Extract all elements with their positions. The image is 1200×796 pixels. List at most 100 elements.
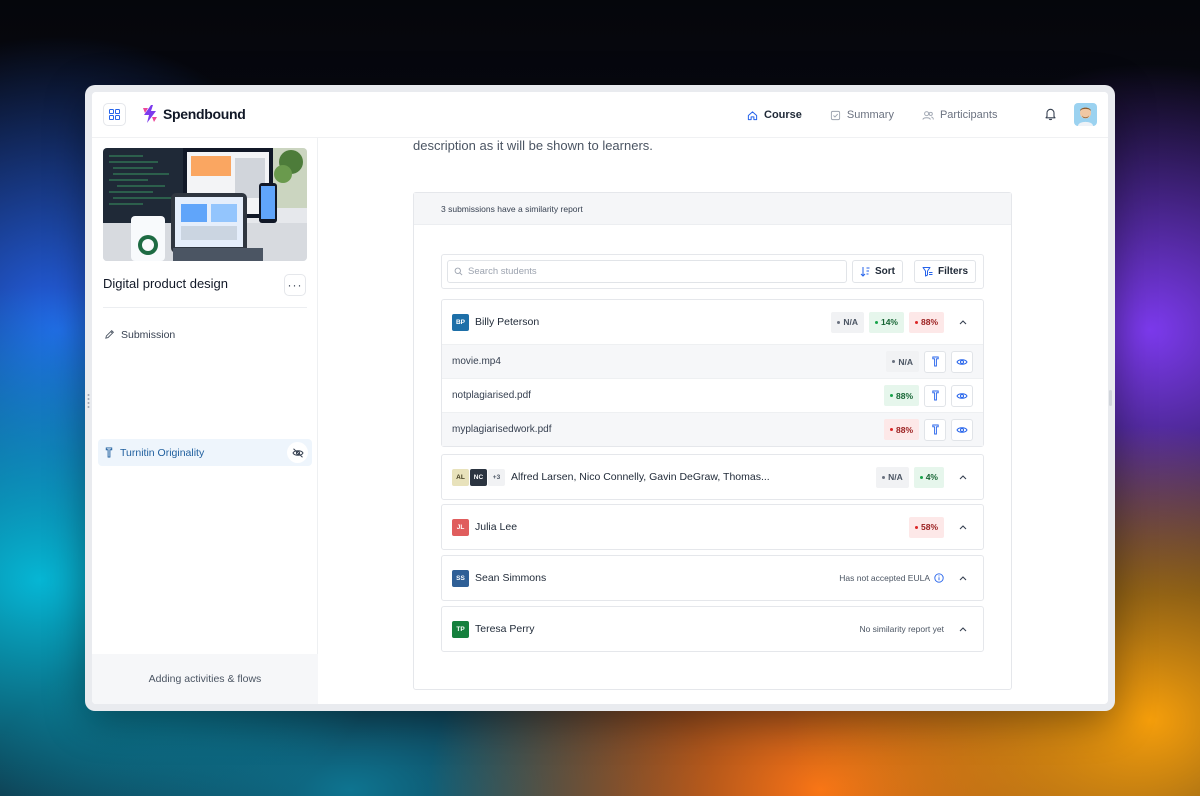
sidebar-item-submission[interactable]: Submission bbox=[98, 321, 312, 348]
activity-description: description as it will be shown to learn… bbox=[413, 138, 653, 153]
student-name: Alfred Larsen, Nico Connelly, Gavin DeGr… bbox=[511, 471, 770, 483]
nav-summary[interactable]: Summary bbox=[830, 109, 894, 121]
nav-course[interactable]: Course bbox=[747, 109, 802, 121]
info-icon[interactable] bbox=[934, 573, 944, 583]
file-row: myplagiarisedwork.pdf 88% bbox=[442, 412, 983, 446]
collapse-button[interactable] bbox=[953, 312, 973, 332]
file-actions: 88% bbox=[883, 379, 973, 412]
file-name: movie.mp4 bbox=[452, 356, 501, 367]
student-row[interactable]: SS Sean Simmons Has not accepted EULA bbox=[442, 556, 983, 600]
right-resize-handle[interactable] bbox=[1109, 390, 1112, 406]
more-dots-icon: ··· bbox=[287, 278, 303, 292]
file-actions: 88% bbox=[883, 413, 973, 446]
turnitin-icon bbox=[931, 356, 939, 367]
view-file-button[interactable] bbox=[951, 384, 973, 407]
extra-count-badge: +3 bbox=[488, 468, 505, 486]
collapse-button[interactable] bbox=[953, 619, 973, 639]
collapse-button[interactable] bbox=[953, 568, 973, 588]
student-card-sean-simmons: SS Sean Simmons Has not accepted EULA bbox=[441, 555, 984, 601]
student-badges: N/A 14% 88% bbox=[831, 300, 973, 344]
file-name: myplagiarisedwork.pdf bbox=[452, 424, 552, 435]
panel-header-text: 3 submissions have a similarity report bbox=[441, 203, 583, 214]
student-status: Has not accepted EULA bbox=[839, 556, 973, 600]
avatar-image-icon bbox=[1074, 103, 1097, 126]
chevron-up-icon bbox=[959, 319, 967, 324]
course-more-button[interactable]: ··· bbox=[284, 274, 306, 296]
main-nav: Course Summary Participants bbox=[747, 92, 1025, 138]
app-switcher-button[interactable] bbox=[103, 103, 126, 126]
chevron-up-icon bbox=[959, 626, 967, 631]
turnitin-icon bbox=[105, 447, 113, 458]
user-avatar[interactable] bbox=[1074, 103, 1097, 126]
brand-logo[interactable]: Spendbound bbox=[142, 105, 246, 123]
sidebar-divider bbox=[103, 307, 307, 308]
student-name: Billy Peterson bbox=[475, 316, 540, 328]
file-row: movie.mp4 N/A bbox=[442, 344, 983, 378]
file-name: notplagiarised.pdf bbox=[452, 390, 531, 401]
collapse-button[interactable] bbox=[953, 467, 973, 487]
search-students-input[interactable]: Search students bbox=[447, 260, 847, 283]
student-card-group: AL NC +3 Alfred Larsen, Nico Connelly, G… bbox=[441, 454, 984, 500]
sort-button[interactable]: Sort bbox=[852, 260, 903, 283]
visibility-toggle-button[interactable] bbox=[287, 442, 308, 463]
turnitin-icon bbox=[931, 390, 939, 401]
student-row[interactable]: AL NC +3 Alfred Larsen, Nico Connelly, G… bbox=[442, 455, 983, 499]
turnitin-icon bbox=[931, 424, 939, 435]
open-report-button[interactable] bbox=[924, 384, 946, 407]
notifications-button[interactable] bbox=[1044, 107, 1057, 126]
student-initials-avatar: JL bbox=[452, 518, 469, 536]
sidebar-footer[interactable]: Adding activities & flows bbox=[92, 654, 318, 704]
report-status: No similarity report yet bbox=[859, 624, 944, 634]
student-initials-avatar: AL bbox=[452, 468, 469, 486]
similarity-badge: N/A bbox=[886, 351, 919, 372]
sort-label: Sort bbox=[875, 266, 895, 277]
course-title: Digital product design bbox=[103, 276, 229, 291]
similarity-badge: 88% bbox=[883, 385, 919, 406]
nav-participants[interactable]: Participants bbox=[922, 109, 997, 121]
student-row[interactable]: BP Billy Peterson N/A 14% 88% bbox=[442, 300, 983, 344]
course-thumbnail bbox=[103, 148, 307, 261]
left-resize-handle[interactable] bbox=[87, 393, 90, 409]
filters-button[interactable]: Filters bbox=[914, 260, 977, 283]
sidebar-footer-label: Adding activities & flows bbox=[148, 673, 262, 685]
open-report-button[interactable] bbox=[924, 418, 946, 441]
sidebar-item-label: Turnitin Originality bbox=[120, 446, 205, 459]
badge-text: 88% bbox=[895, 424, 913, 435]
student-initials-avatar: TP bbox=[452, 620, 469, 638]
student-card-julia-lee: JL Julia Lee 58% bbox=[441, 504, 984, 550]
open-report-button[interactable] bbox=[924, 350, 946, 373]
checklist-icon bbox=[830, 110, 840, 120]
collapse-button[interactable] bbox=[953, 517, 973, 537]
status-text: Has not accepted EULA bbox=[839, 573, 930, 583]
student-name: Julia Lee bbox=[475, 521, 518, 533]
badge-text: 88% bbox=[895, 390, 913, 401]
course-image-icon bbox=[103, 148, 307, 261]
pencil-icon bbox=[105, 330, 114, 339]
filters-label: Filters bbox=[938, 266, 969, 277]
file-row: notplagiarised.pdf 88% bbox=[442, 378, 983, 412]
panel-header: 3 submissions have a similarity report bbox=[414, 193, 1011, 225]
badge-text: 4% bbox=[925, 472, 938, 482]
view-file-button[interactable] bbox=[951, 418, 973, 441]
similarity-panel: 3 submissions have a similarity report S… bbox=[413, 192, 1012, 690]
student-row[interactable]: JL Julia Lee 58% bbox=[442, 505, 983, 549]
student-row[interactable]: TP Teresa Perry No similarity report yet bbox=[442, 607, 983, 651]
nav-course-label: Course bbox=[764, 109, 802, 121]
student-initials-avatar: NC bbox=[470, 468, 487, 486]
sidebar-item-label: Submission bbox=[121, 328, 176, 341]
similarity-badge: 14% bbox=[868, 311, 904, 333]
student-card-billy-peterson: BP Billy Peterson N/A 14% 88% movie.mp4 bbox=[441, 299, 984, 447]
filter-icon bbox=[922, 267, 933, 277]
eye-icon bbox=[956, 392, 968, 399]
chevron-up-icon bbox=[959, 524, 967, 529]
student-name: Sean Simmons bbox=[475, 572, 547, 584]
search-icon bbox=[454, 267, 463, 276]
sidebar-item-turnitin[interactable]: Turnitin Originality bbox=[98, 439, 312, 466]
similarity-badge: 58% bbox=[908, 516, 944, 538]
similarity-badge: N/A bbox=[831, 311, 864, 333]
file-actions: N/A bbox=[886, 345, 973, 378]
student-name: Teresa Perry bbox=[475, 623, 535, 635]
view-file-button[interactable] bbox=[951, 350, 973, 373]
badge-text: N/A bbox=[843, 317, 858, 327]
nav-summary-label: Summary bbox=[846, 109, 894, 121]
